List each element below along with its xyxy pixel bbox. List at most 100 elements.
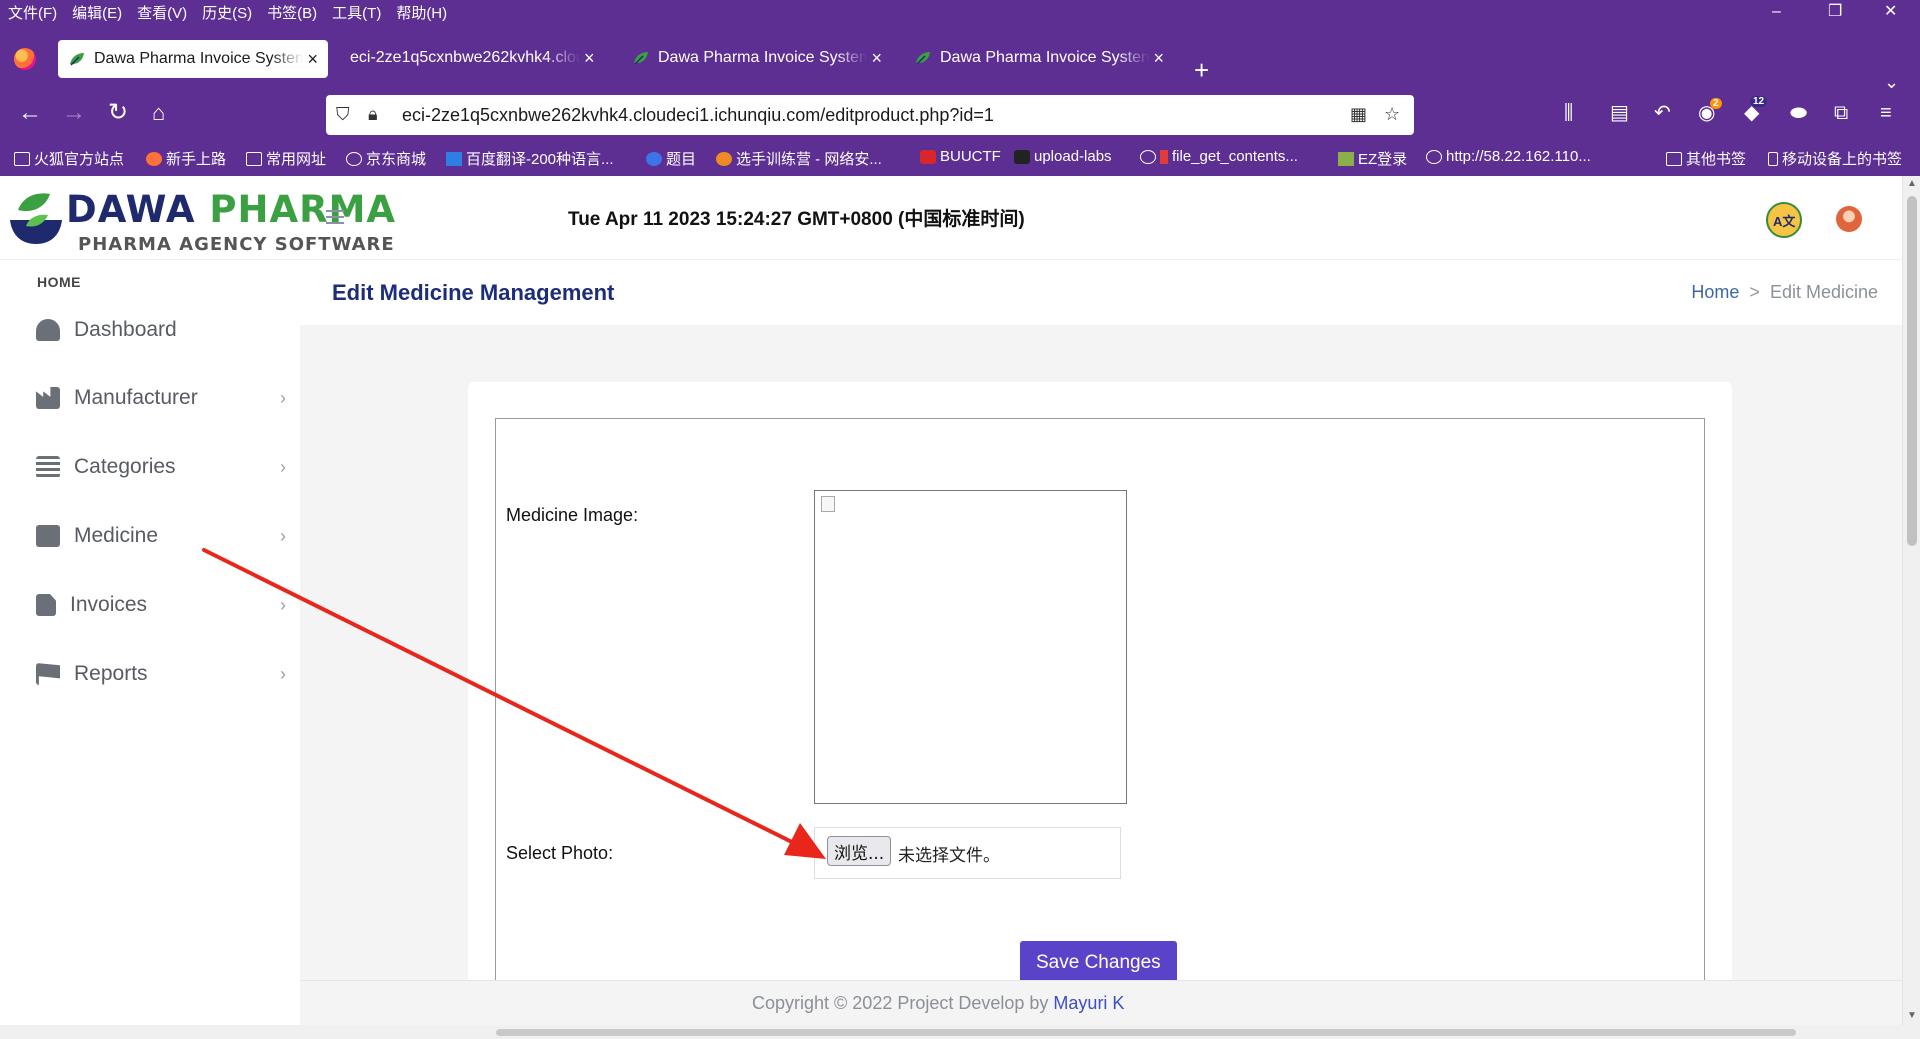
site-icon: [1014, 149, 1030, 164]
app-header: DAWA PHARMA PHARMA AGENCY SOFTWARE Tue A…: [0, 176, 1902, 260]
chevron-right-icon: ›: [280, 525, 286, 546]
save-changes-button[interactable]: Save Changes: [1020, 941, 1177, 985]
app-menu-icon[interactable]: ≡: [1880, 102, 1892, 124]
dawa-pharma-logo[interactable]: DAWA PHARMA PHARMA AGENCY SOFTWARE: [4, 186, 395, 256]
page-title: Edit Medicine Management: [332, 280, 615, 305]
page-footer: Copyright © 2022 Project Develop by Mayu…: [300, 980, 1902, 1025]
scrollbar-thumb[interactable]: [1907, 196, 1917, 546]
tab-close-icon[interactable]: ×: [871, 48, 882, 69]
tab-close-icon[interactable]: ×: [307, 49, 318, 70]
sidebar-item-invoices[interactable]: Invoices ›: [36, 585, 286, 625]
scroll-up-icon[interactable]: ▲: [1907, 178, 1917, 189]
flag-icon: [36, 663, 60, 685]
menu-file[interactable]: 文件(F): [8, 2, 57, 23]
new-tab-icon[interactable]: +: [1194, 57, 1209, 83]
lock-icon[interactable]: 🔒︎: [368, 104, 378, 125]
bookmark-item[interactable]: EZ登录: [1338, 148, 1407, 169]
site-icon: [646, 151, 662, 166]
user-avatar[interactable]: [1836, 206, 1862, 232]
folder-icon: [1666, 151, 1682, 166]
author-link[interactable]: Mayuri K: [1053, 993, 1124, 1013]
sidebar-heading: HOME: [37, 274, 81, 290]
scrollbar-thumb[interactable]: [496, 1029, 1796, 1036]
sidebar-toggle-icon[interactable]: ▤: [1610, 102, 1629, 124]
bookmarks-toolbar: 火狐官方站点 新手上路 常用网址 京东商城 百度翻译-200种语言... 题目 …: [0, 142, 1920, 176]
bookmark-item[interactable]: 选手训练营 - 网络安...: [716, 148, 882, 169]
tab-close-icon[interactable]: ×: [584, 48, 595, 69]
bookmark-item[interactable]: 京东商城: [346, 148, 426, 169]
medicine-image-preview: [814, 490, 1127, 804]
close-window-icon[interactable]: ✕: [1884, 4, 1897, 20]
address-bar[interactable]: ⛉ 🔒︎ eci-2ze1q5cxnbwe262kvhk4.cloudeci1.…: [326, 95, 1414, 135]
chevron-right-icon: ›: [280, 387, 286, 408]
qr-code-icon[interactable]: ▦: [1350, 104, 1367, 125]
sidebar-item-label: Manufacturer: [74, 386, 198, 409]
sidebar-item-reports[interactable]: Reports ›: [36, 654, 286, 694]
medkit-icon: [36, 525, 60, 547]
bookmark-item[interactable]: file_get_contents...: [1140, 148, 1298, 165]
menu-bookmarks[interactable]: 书签(B): [267, 2, 317, 23]
menu-tools[interactable]: 工具(T): [332, 2, 381, 23]
reload-icon[interactable]: ↻: [108, 100, 128, 126]
sidebar-item-label: Medicine: [74, 524, 159, 547]
menu-edit[interactable]: 编辑(E): [72, 2, 122, 23]
mortar-leaf-icon: [10, 193, 62, 244]
scroll-down-icon[interactable]: ▼: [1907, 1010, 1917, 1021]
home-icon[interactable]: ⌂: [152, 100, 165, 126]
bookmark-item[interactable]: 百度翻译-200种语言...: [446, 148, 614, 169]
site-icon: [1338, 151, 1354, 166]
tab-close-icon[interactable]: ×: [1153, 48, 1164, 69]
menu-help[interactable]: 帮助(H): [396, 2, 447, 23]
header-clock: Tue Apr 11 2023 15:24:27 GMT+0800 (中国标准时…: [568, 209, 1025, 230]
logo-title: DAWA PHARMA: [66, 188, 397, 231]
vertical-scrollbar[interactable]: ▲ ▼: [1902, 176, 1920, 1025]
bookmark-item[interactable]: 新手上路: [146, 148, 226, 169]
menu-view[interactable]: 查看(V): [137, 2, 187, 23]
back-icon[interactable]: ←: [18, 100, 42, 126]
undo-icon[interactable]: ↶: [1654, 102, 1671, 124]
forward-icon[interactable]: →: [62, 100, 86, 126]
navigation-toolbar: ← → ↻ ⌂ ⛉ 🔒︎ eci-2ze1q5cxnbwe262kvhk4.cl…: [0, 88, 1920, 142]
tab-dawa-pharma-2[interactable]: Dawa Pharma Invoice System ×: [622, 38, 892, 78]
mobile-icon: [1768, 151, 1778, 166]
menu-history[interactable]: 历史(S): [202, 2, 252, 23]
bookmark-item[interactable]: upload-labs: [1014, 148, 1112, 165]
sidebar-item-medicine[interactable]: Medicine ›: [36, 516, 286, 556]
toggle-extension-icon[interactable]: ⬬: [1790, 102, 1807, 124]
star-icon[interactable]: ☆: [1384, 104, 1400, 125]
leaf-favicon-icon: [916, 52, 930, 65]
site-icon: [716, 151, 732, 166]
chevron-right-icon: ›: [280, 594, 286, 615]
bookmark-item[interactable]: 其他书签: [1666, 148, 1746, 169]
url-text[interactable]: eci-2ze1q5cxnbwe262kvhk4.cloudeci1.ichun…: [402, 105, 994, 126]
bookmark-item[interactable]: 火狐官方站点: [14, 148, 124, 169]
bookmark-item[interactable]: 移动设备上的书签: [1768, 148, 1902, 169]
breadcrumb-home-link[interactable]: Home: [1691, 282, 1739, 302]
language-switch-icon[interactable]: A文: [1766, 202, 1802, 238]
bookmark-item[interactable]: BUUCTF: [920, 148, 1001, 165]
dashboard-icon: [36, 319, 60, 341]
bookmark-item[interactable]: 常用网址: [246, 148, 326, 169]
sidebar-item-label: Categories: [74, 455, 176, 478]
shield-icon[interactable]: ⛉: [336, 104, 350, 125]
sidebar-item-manufacturer[interactable]: Manufacturer ›: [36, 378, 286, 418]
sidebar-item-categories[interactable]: Categories ›: [36, 447, 286, 487]
library-icon[interactable]: ⫼: [1564, 102, 1573, 124]
extensions-puzzle-icon[interactable]: ⧉: [1834, 102, 1848, 124]
tab-dawa-pharma-1[interactable]: Dawa Pharma Invoice System ×: [58, 40, 328, 78]
bookmark-item[interactable]: http://58.22.162.110...: [1426, 148, 1591, 165]
restore-icon[interactable]: ❐: [1828, 4, 1842, 20]
browse-button[interactable]: 浏览...: [827, 836, 892, 866]
leaf-favicon-icon: [70, 53, 84, 66]
bookmark-item[interactable]: 题目: [646, 148, 696, 169]
folder-icon: [14, 151, 30, 166]
photo-file-input[interactable]: 浏览... 未选择文件。: [814, 827, 1121, 879]
tab-strip: Dawa Pharma Invoice System × eci-2ze1q5c…: [0, 24, 1920, 92]
horizontal-scrollbar[interactable]: [0, 1025, 1920, 1039]
tab-eci-host[interactable]: eci-2ze1q5cxnbwe262kvhk4.cloudeci1.ichun…: [340, 38, 610, 78]
hamburger-menu-icon[interactable]: [326, 210, 344, 224]
sidebar-item-dashboard[interactable]: Dashboard: [36, 310, 286, 350]
medicine-image-label: Medicine Image:: [506, 505, 639, 525]
minimize-icon[interactable]: –: [1772, 4, 1781, 20]
tab-dawa-pharma-3[interactable]: Dawa Pharma Invoice System ×: [904, 38, 1174, 78]
